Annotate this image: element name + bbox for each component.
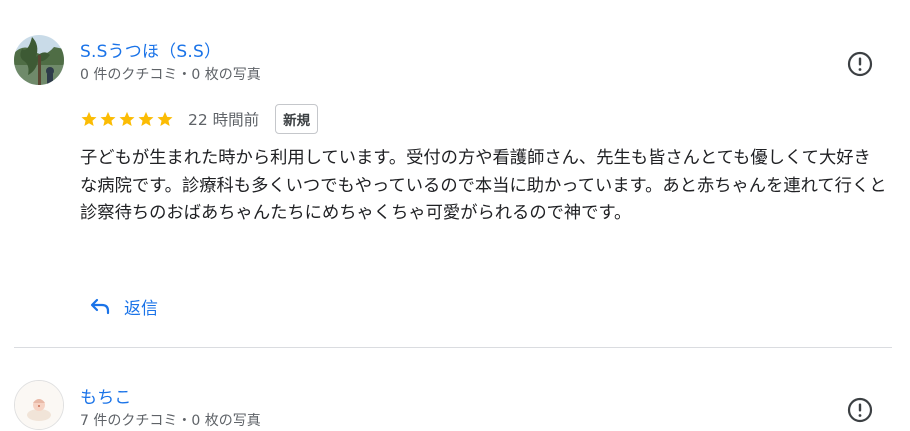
review-card: もちこ 7 件のクチコミ・0 枚の写真 — [0, 348, 910, 431]
report-icon[interactable] — [846, 50, 874, 78]
star-icon — [157, 111, 173, 127]
review-text: 子どもが生まれた時から利用しています。受付の方や看護師さん、先生も皆さんとても優… — [80, 148, 887, 223]
star-icon — [81, 111, 97, 127]
star-icon — [138, 111, 154, 127]
rating-row: 22 時間前 新規 — [80, 103, 319, 135]
star-icon — [119, 111, 135, 127]
review-time: 22 時間前 — [188, 111, 260, 129]
reply-icon — [90, 298, 110, 315]
reply-label: 返信 — [124, 298, 158, 319]
avatar[interactable] — [14, 35, 64, 85]
reviewer-name[interactable]: もちこ — [80, 383, 132, 408]
reviewer-name[interactable]: S.Sうつほ（S.S） — [80, 37, 221, 62]
report-icon[interactable] — [846, 396, 874, 424]
avatar[interactable] — [14, 380, 64, 430]
star-rating — [80, 110, 174, 128]
reply-button[interactable]: 返信 — [90, 290, 158, 322]
avatar-image — [14, 35, 64, 85]
reviewer-meta: 7 件のクチコミ・0 枚の写真 — [80, 413, 261, 429]
avatar-image — [15, 381, 63, 429]
review-card: S.Sうつほ（S.S） 0 件のクチコミ・0 枚の写真 22 時間前 新規 子ど… — [0, 0, 910, 348]
star-icon — [100, 111, 116, 127]
reviewer-meta: 0 件のクチコミ・0 枚の写真 — [80, 67, 261, 83]
new-badge: 新規 — [275, 104, 319, 134]
